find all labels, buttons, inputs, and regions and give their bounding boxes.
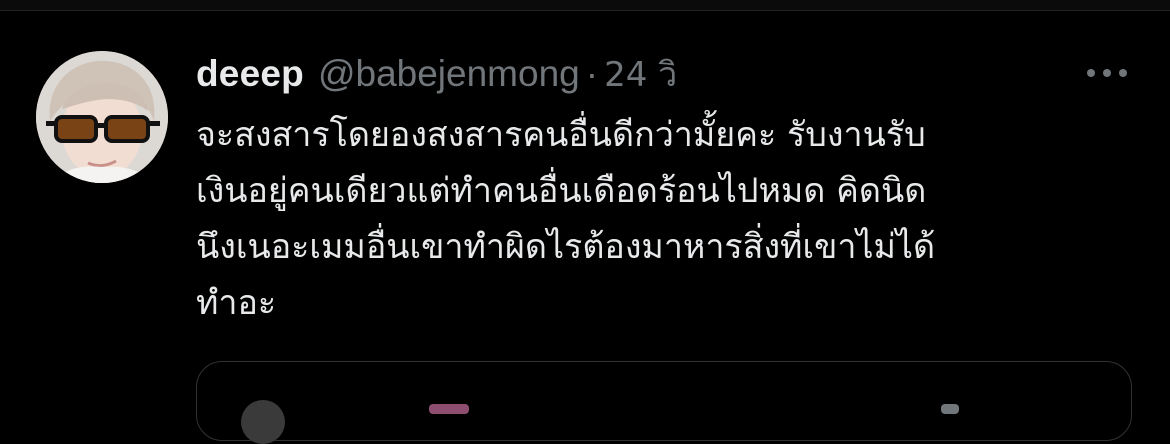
separator-dot: ·: [585, 53, 599, 94]
timestamp[interactable]: 24 วิ: [604, 47, 677, 101]
quoted-meta-fragment: [941, 404, 959, 414]
tweet-text: จะสงสารโดยองสงสารคนอื่นดีกว่ามั้ยคะ รับง…: [196, 115, 936, 323]
quoted-avatar: [241, 400, 285, 444]
quoted-tweet-card[interactable]: [196, 361, 1132, 444]
top-divider: [0, 0, 1170, 11]
tweet[interactable]: deeep @babejenmong · 24 วิ จะสงสารโดยองส…: [0, 11, 1170, 444]
avatar[interactable]: [36, 51, 168, 183]
more-options-button[interactable]: [1082, 55, 1132, 91]
avatar-image: [36, 51, 168, 183]
tweet-header: deeep @babejenmong · 24 วิ: [196, 47, 677, 99]
more-horizontal-icon: [1087, 69, 1127, 77]
user-handle[interactable]: @babejenmong: [318, 53, 580, 95]
display-name[interactable]: deeep: [196, 53, 304, 95]
quoted-name-fragment: [429, 404, 469, 414]
